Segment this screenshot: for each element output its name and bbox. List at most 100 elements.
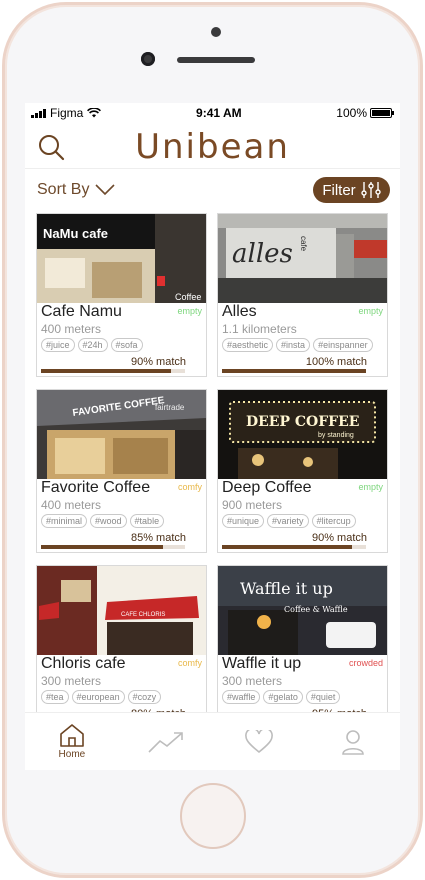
list-toolbar: Sort By Filter <box>25 169 400 213</box>
cafe-distance: 400 meters <box>41 322 102 336</box>
home-icon <box>60 724 84 747</box>
tag[interactable]: #tea <box>41 690 69 704</box>
tab-trending[interactable] <box>119 713 213 770</box>
cafe-distance: 300 meters <box>222 674 283 688</box>
cafe-photo: Waffle it up Coffee & Waffle <box>218 566 387 655</box>
sliders-icon <box>360 182 381 198</box>
sign-subtext: by standing <box>318 432 354 439</box>
tag-list: #aesthetic #insta #einspanner <box>222 338 373 352</box>
sign-text: CAFE CHLORIS <box>121 612 165 618</box>
home-button[interactable] <box>180 783 246 849</box>
sort-dropdown[interactable]: Sort By <box>37 181 116 199</box>
tag[interactable]: #cozy <box>127 690 162 704</box>
tag-list: #tea #european #cozy <box>41 690 162 704</box>
sign-subtext: fairtrade <box>155 403 185 412</box>
tab-home[interactable]: Home <box>25 713 119 770</box>
battery-percent: 100% <box>336 106 367 120</box>
tag[interactable]: #24h <box>77 338 108 352</box>
sign-text: alles <box>232 239 293 269</box>
cafe-distance: 1.1 kilometers <box>222 322 297 336</box>
match-bar <box>222 545 366 549</box>
app-screen: Figma 9:41 AM 100% Unibean Sort By Filte… <box>25 103 400 770</box>
tag[interactable]: #insta <box>276 338 311 352</box>
tag[interactable]: #european <box>71 690 125 704</box>
crowd-status: comfy <box>177 658 202 668</box>
match-percent: 85% match <box>130 532 186 544</box>
signal-icon <box>31 108 46 118</box>
tag[interactable]: #quiet <box>305 690 341 704</box>
match-bar <box>41 545 185 549</box>
profile-icon <box>342 729 364 755</box>
app-header: Unibean <box>25 123 400 169</box>
battery-icon <box>370 108 394 118</box>
tag-list: #juice #24h #sofa <box>41 338 143 352</box>
sign-subtext: Coffee <box>175 292 201 302</box>
tag[interactable]: #waffle <box>222 690 261 704</box>
tab-favorites[interactable] <box>213 713 307 770</box>
cafe-card[interactable]: CAFE CHLORIS Chloris cafe comfy 300 mete… <box>36 565 207 729</box>
match-percent: 90% match <box>311 532 367 544</box>
crowd-status: empty <box>177 306 202 316</box>
cafe-name: Chloris cafe <box>41 655 126 672</box>
carrier-label: Figma <box>50 106 84 120</box>
tab-profile[interactable] <box>306 713 400 770</box>
sensor-dot <box>211 27 221 37</box>
match-bar <box>222 369 366 373</box>
cafe-distance: 900 meters <box>222 498 283 512</box>
tag-list: #unique #variety #litercup <box>222 514 356 528</box>
match-bar-fill <box>41 369 171 373</box>
heart-icon <box>245 729 274 753</box>
wifi-icon <box>87 108 102 118</box>
tag[interactable]: #sofa <box>110 338 143 352</box>
status-bar: Figma 9:41 AM 100% <box>25 103 400 123</box>
cafe-card[interactable]: alles cafe Alles empty 1.1 kilometers #a… <box>217 213 388 377</box>
tag[interactable]: #unique <box>222 514 265 528</box>
tag[interactable]: #gelato <box>263 690 303 704</box>
tag[interactable]: #litercup <box>311 514 356 528</box>
earpiece-speaker <box>177 57 255 63</box>
tag[interactable]: #juice <box>41 338 75 352</box>
cafe-card[interactable]: NaMu cafe Coffee Cafe Namu empty 400 met… <box>36 213 207 377</box>
sign-subtext: cafe <box>299 236 308 252</box>
cafe-card[interactable]: Waffle it up Coffee & Waffle Waffle it u… <box>217 565 388 729</box>
sign-text: Waffle it up <box>240 579 333 598</box>
cafe-card[interactable]: DEEP COFFEE by standing Deep Coffee empt… <box>217 389 388 553</box>
cafe-distance: 300 meters <box>41 674 102 688</box>
cafe-name: Alles <box>222 303 257 320</box>
cafe-name: Cafe Namu <box>41 303 122 320</box>
cafe-name: Favorite Coffee <box>41 479 151 496</box>
tag[interactable]: #variety <box>267 514 309 528</box>
trending-icon <box>148 731 183 753</box>
tab-label: Home <box>58 749 86 760</box>
sort-label: Sort By <box>37 181 90 198</box>
sign-text: NaMu cafe <box>43 226 108 241</box>
sign-text: DEEP COFFEE <box>246 414 359 430</box>
filter-label: Filter <box>322 181 356 199</box>
cafe-name: Waffle it up <box>222 655 302 672</box>
cafe-photo: CAFE CHLORIS <box>37 566 206 655</box>
cafe-card[interactable]: FAVORITE COFFEE fairtrade Favorite Coffe… <box>36 389 207 553</box>
tag[interactable]: #aesthetic <box>222 338 274 352</box>
tag[interactable]: #einspanner <box>313 338 373 352</box>
tag[interactable]: #table <box>129 514 165 528</box>
match-bar-fill <box>222 369 366 373</box>
tag[interactable]: #wood <box>90 514 127 528</box>
tag-list: #waffle #gelato #quiet <box>222 690 341 704</box>
cafe-photo: FAVORITE COFFEE fairtrade <box>37 390 206 479</box>
crowd-status: comfy <box>177 482 202 492</box>
cafe-photo: alles cafe <box>218 214 387 303</box>
cafe-distance: 400 meters <box>41 498 102 512</box>
sign-subtext: Coffee & Waffle <box>284 605 348 614</box>
chevron-down-icon <box>95 184 116 196</box>
bottom-tab-bar: Home <box>25 712 400 770</box>
cafe-name: Deep Coffee <box>222 479 312 496</box>
cafe-photo: NaMu cafe Coffee <box>37 214 206 303</box>
filter-button[interactable]: Filter <box>313 177 390 203</box>
app-logo: Unibean <box>135 127 290 167</box>
tag[interactable]: #minimal <box>41 514 88 528</box>
match-bar <box>41 369 185 373</box>
cafe-photo: DEEP COFFEE by standing <box>218 390 387 479</box>
crowd-status: crowded <box>348 658 383 668</box>
front-camera <box>141 52 155 66</box>
clock: 9:41 AM <box>196 106 242 120</box>
